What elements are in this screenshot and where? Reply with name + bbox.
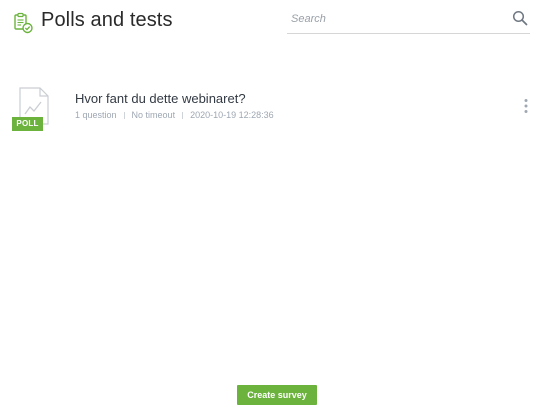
question-count: 1 question — [75, 110, 117, 120]
polls-panel: Polls and tests POLL Hvor fant du dette … — [0, 0, 536, 415]
search-input[interactable] — [291, 10, 501, 28]
created-timestamp: 2020-10-19 12:28:36 — [190, 110, 274, 120]
search-bar — [287, 6, 530, 34]
meta-divider — [182, 111, 184, 119]
timeout-label: No timeout — [131, 110, 176, 120]
poll-meta: 1 question No timeout 2020-10-19 12:28:3… — [75, 110, 274, 120]
poll-title[interactable]: Hvor fant du dette webinaret? — [75, 91, 246, 106]
clipboard-check-icon — [12, 12, 34, 34]
list-item[interactable]: POLL Hvor fant du dette webinaret? 1 que… — [0, 84, 536, 136]
more-vertical-icon[interactable] — [521, 98, 531, 114]
page-title: Polls and tests — [41, 9, 173, 31]
create-survey-button[interactable]: Create survey — [237, 385, 317, 405]
search-icon[interactable] — [512, 10, 528, 26]
poll-badge: POLL — [12, 117, 43, 131]
meta-divider — [123, 111, 125, 119]
